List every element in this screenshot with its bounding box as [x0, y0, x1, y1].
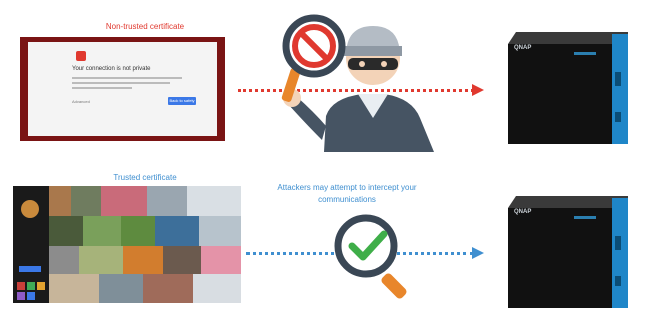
photo-thumbnail[interactable]: [193, 274, 241, 303]
app-tile-icon: [27, 282, 35, 290]
prohibited-magnifier-icon: [281, 14, 346, 102]
blue-arrow-head-icon: [472, 247, 484, 259]
warning-lock-icon: [76, 51, 86, 61]
advanced-link[interactable]: Advanced: [72, 99, 90, 104]
red-arrow-head-icon: [472, 84, 484, 96]
photo-thumbnail[interactable]: [71, 186, 101, 216]
back-to-safety-button[interactable]: Back to safety: [168, 97, 196, 105]
photo-thumbnail[interactable]: [123, 246, 163, 274]
app-tile-icon: [27, 292, 35, 300]
photo-thumbnail[interactable]: [199, 216, 241, 246]
attack-note: Attackers may attempt to intercept your …: [277, 183, 417, 204]
photo-thumbnail[interactable]: [101, 186, 147, 216]
nas-brand-label: QNAP: [514, 45, 532, 51]
untrusted-browser-screenshot: Your connection is not private Advanced …: [20, 37, 225, 141]
avatar: [21, 200, 39, 218]
checkmark-magnifier-icon: [334, 214, 407, 299]
error-text-line: [72, 87, 132, 89]
app-tile-icon: [17, 282, 25, 290]
privacy-error-page: Your connection is not private Advanced …: [28, 42, 217, 136]
photo-thumbnail[interactable]: [83, 216, 121, 246]
gallery-sidebar: [13, 186, 49, 303]
error-text-line: [72, 82, 170, 84]
gallery-nav-bar: [19, 266, 41, 272]
photo-thumbnail[interactable]: [49, 274, 99, 303]
photo-thumbnail[interactable]: [163, 246, 201, 274]
photo-thumbnail[interactable]: [79, 246, 123, 274]
photo-gallery-screenshot: [13, 186, 241, 303]
nas-brand-label: QNAP: [514, 209, 532, 215]
trusted-caption: Trusted certificate: [113, 173, 177, 182]
photo-thumbnail[interactable]: [201, 246, 241, 274]
non-trusted-caption: Non-trusted certificate: [105, 22, 185, 31]
app-tile-icon: [37, 282, 45, 290]
photo-thumbnail[interactable]: [187, 186, 241, 216]
photo-thumbnail[interactable]: [99, 274, 143, 303]
photo-thumbnail[interactable]: [147, 186, 187, 216]
photo-thumbnail[interactable]: [49, 246, 79, 274]
error-text-line: [72, 77, 182, 79]
photo-thumbnail[interactable]: [49, 186, 71, 216]
app-tile-icon: [17, 292, 25, 300]
photo-thumbnail[interactable]: [49, 216, 83, 246]
photo-thumbnail[interactable]: [121, 216, 155, 246]
photo-thumbnail[interactable]: [143, 274, 193, 303]
privacy-error-title: Your connection is not private: [72, 66, 151, 72]
photo-thumbnail[interactable]: [155, 216, 199, 246]
